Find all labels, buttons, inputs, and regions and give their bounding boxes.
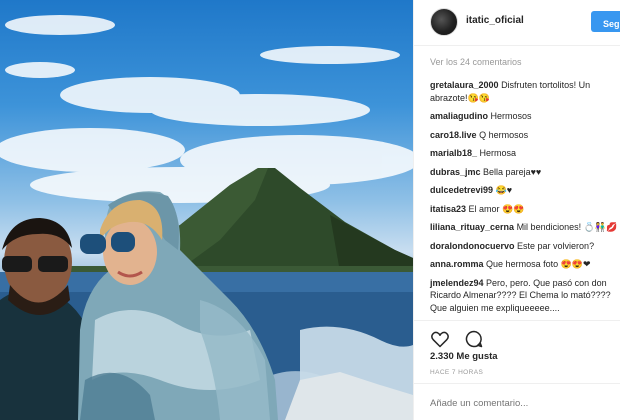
comment-item: dulcedetrevi99 😂♥: [430, 184, 620, 197]
comment-username[interactable]: marialb18_: [430, 148, 477, 158]
comment-text: 😂♥: [495, 185, 513, 195]
comment-text: Hermosa: [479, 148, 517, 158]
comment-item: dubras_jmc Bella pareja♥♥: [430, 166, 620, 179]
comment-username[interactable]: anna.romma: [430, 259, 484, 269]
follow-button[interactable]: Segu: [591, 11, 620, 32]
comment-username[interactable]: jmelendez94: [430, 278, 484, 288]
photo-illustration: [0, 15, 413, 420]
comment-item: itatisa23 El amor 😍😍: [430, 203, 620, 216]
avatar[interactable]: [430, 8, 458, 36]
comment-item: marialb18_ Hermosa: [430, 147, 620, 160]
comment-text: Mil bendiciones! 💍👫💋: [516, 222, 618, 232]
comment-username[interactable]: amaliagudino: [430, 111, 488, 121]
post-timestamp: HACE 7 HORAS: [430, 369, 484, 376]
comment-text: Hermosos: [490, 111, 532, 121]
comments-list: Ver los 24 comentarios gretalaura_2000 D…: [430, 57, 620, 320]
post-side-panel: itatic_oficial Segu Ver los 24 comentari…: [413, 0, 620, 420]
comment-item: anna.romma Que hermosa foto 😍😍❤: [430, 258, 620, 271]
likes-count[interactable]: 2.330 Me gusta: [430, 351, 498, 362]
add-comment-input[interactable]: [430, 398, 610, 409]
post-actions: 2.330 Me gusta HACE 7 HORAS: [414, 320, 620, 420]
post-photo[interactable]: [0, 0, 413, 420]
comment-item: liliana_rituay_cerna Mil bendiciones! 💍👫…: [430, 221, 620, 234]
action-icons: [430, 329, 494, 349]
comment-item: caro18.live Q hermosos: [430, 129, 620, 142]
comment-text: Que hermosa foto 😍😍❤: [486, 259, 591, 269]
comment-username[interactable]: dulcedetrevi99: [430, 185, 493, 195]
comment-username[interactable]: itatisa23: [430, 204, 466, 214]
heart-icon[interactable]: [430, 329, 450, 349]
comment-username[interactable]: doralondonocuervo: [430, 241, 515, 251]
add-comment-row: [414, 383, 620, 420]
comment-text: El amor 😍😍: [468, 203, 525, 214]
post-header: itatic_oficial Segu: [414, 0, 620, 46]
comment-item: jmelendez94 Pero, pero. Que pasó con don…: [430, 277, 620, 315]
comment-text: Este par volvieron?: [517, 240, 595, 251]
comment-item: gretalaura_2000 Disfruten tortolitos! Un…: [430, 79, 620, 104]
comment-bubble-icon[interactable]: [464, 329, 484, 349]
view-all-comments-link[interactable]: Ver los 24 comentarios: [430, 57, 620, 79]
comment-item: amaliagudino Hermosos: [430, 110, 620, 123]
comment-item: doralondonocuervo Este par volvieron?: [430, 240, 620, 253]
comment-username[interactable]: gretalaura_2000: [430, 80, 499, 90]
comment-text: Bella pareja♥♥: [483, 166, 542, 177]
comment-username[interactable]: liliana_rituay_cerna: [430, 222, 514, 232]
post-username[interactable]: itatic_oficial: [466, 15, 524, 26]
comment-text: Q hermosos: [479, 129, 529, 140]
comment-username[interactable]: dubras_jmc: [430, 167, 481, 177]
comment-username[interactable]: caro18.live: [430, 130, 477, 140]
